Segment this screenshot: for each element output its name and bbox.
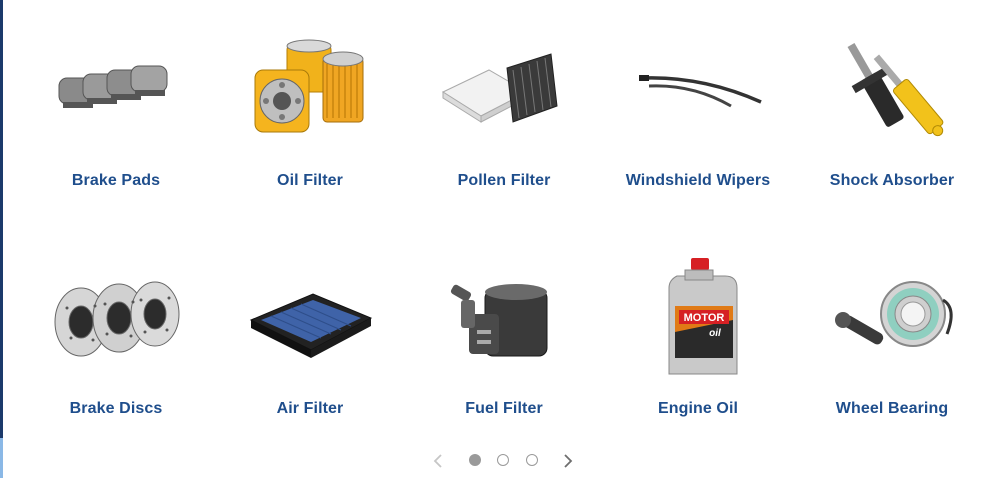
tile-label: Wheel Bearing [835,400,949,417]
pager-dot-1[interactable] [469,454,481,466]
tile-label: Engine Oil [657,400,739,417]
oil-filter-icon [235,30,385,150]
tile-label: Pollen Filter [457,172,551,189]
tile-windshield-wipers[interactable]: Windshield Wipers [601,0,795,200]
pager-dot-3[interactable] [526,454,538,466]
tile-label: Brake Discs [69,400,163,417]
windshield-wipers-icon [623,30,773,150]
tile-label: Brake Pads [71,172,161,189]
tile-label: Shock Absorber [829,172,955,189]
brake-discs-icon [41,258,191,378]
pollen-filter-icon [429,30,579,150]
tile-engine-oil[interactable]: MOTOR oil Engine Oil [601,228,795,428]
wheel-bearing-icon [817,258,967,378]
engine-oil-brand: MOTOR [684,312,725,324]
shock-absorber-icon [817,30,967,150]
brake-pads-icon [41,30,191,150]
tile-shock-absorber[interactable]: Shock Absorber [795,0,989,200]
left-rail-accent [0,438,3,478]
tile-fuel-filter[interactable]: Fuel Filter [407,228,601,428]
tile-label: Windshield Wipers [625,172,771,189]
tile-wheel-bearing[interactable]: Wheel Bearing [795,228,989,428]
air-filter-icon [235,258,385,378]
tile-pollen-filter[interactable]: Pollen Filter [407,0,601,200]
tile-label: Fuel Filter [465,400,543,417]
tile-label: Oil Filter [277,172,343,189]
tile-oil-filter[interactable]: Oil Filter [213,0,407,200]
left-rail [0,0,3,438]
chevron-left-icon[interactable] [430,452,446,470]
engine-oil-icon: MOTOR oil [623,258,773,378]
tile-air-filter[interactable]: Air Filter [213,228,407,428]
chevron-right-icon[interactable] [560,452,576,470]
tile-brake-discs[interactable]: Brake Discs [19,228,213,428]
tile-label: Air Filter [276,400,344,417]
engine-oil-sub: oil [709,328,721,339]
fuel-filter-icon [429,258,579,378]
pager-dot-2[interactable] [497,454,509,466]
tile-brake-pads[interactable]: Brake Pads [19,0,213,200]
carousel-pager [428,450,578,472]
